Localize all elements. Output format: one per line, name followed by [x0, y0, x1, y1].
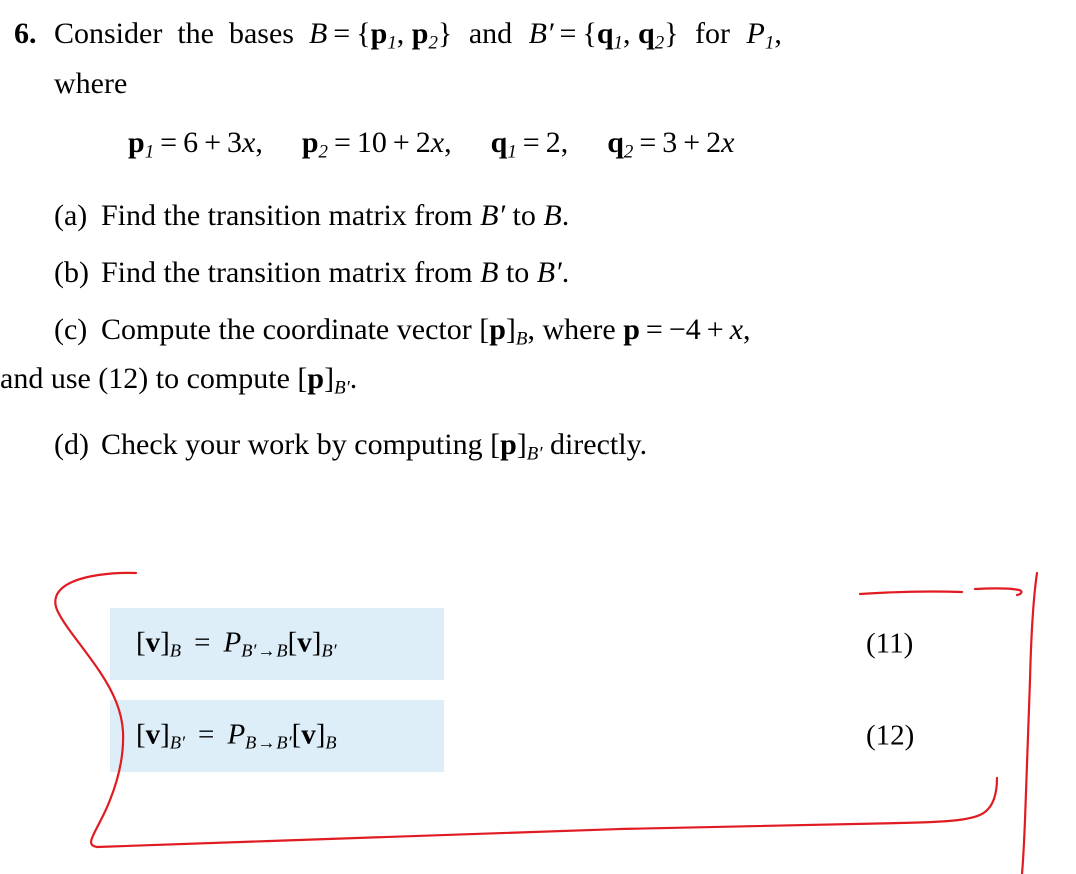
- problem-part-a: (a) Find the transition matrix from B′ t…: [0, 196, 1076, 236]
- part-text-b: Find the transition matrix from B to B′.: [101, 255, 570, 289]
- part-text-a: Find the transition matrix from B′ to B.: [101, 198, 570, 232]
- part-text-c: Compute the coordinate vector [p]B, wher…: [0, 313, 1062, 409]
- problem-stem-text: Consider the bases B = {p1, p2} and B′ = {q1…: [54, 13, 1062, 104]
- equation-row-12: [v]B′ = PB→B′[v]B (12): [0, 700, 1076, 772]
- equations-block: [v]B = PB′→B[v]B′ (11) [v]B′ = PB→B′[v]B…: [0, 596, 1076, 816]
- part-label-a: (a): [54, 198, 88, 232]
- equation-11-highlight: [v]B = PB′→B[v]B′: [110, 608, 444, 680]
- part-label-b: (b): [54, 255, 89, 289]
- part-label-c: (c): [54, 312, 88, 346]
- problem-number: 6.: [14, 17, 37, 50]
- problem-stem: 6. Consider the bases B = {p1, p2} and B′ =…: [0, 0, 1076, 104]
- equation-12-formula: [v]B′ = PB→B′[v]B: [136, 718, 337, 753]
- equation-row-11: [v]B = PB′→B[v]B′ (11): [0, 608, 1076, 680]
- equation-11-number: (11): [866, 627, 914, 660]
- problem-part-c: (c) Compute the coordinate vector [p]B, …: [0, 310, 1076, 409]
- problem-part-b: (b) Find the transition matrix from B to…: [0, 253, 1076, 293]
- definitions-display-math: p1 = 6 +3x, p2 = 10 +2x, q1 = 2, q2 = 3 +2x: [128, 126, 735, 163]
- equation-12-highlight: [v]B′ = PB→B′[v]B: [110, 700, 444, 772]
- problem-parts-list: (a) Find the transition matrix from B′ t…: [0, 196, 1076, 475]
- part-label-d: (d): [54, 428, 89, 462]
- part-c-line-2: and use (12) to compute [p]B′.: [0, 361, 358, 399]
- stem-line-1: Consider the bases B = {p1, p2} and B′ = {q1…: [54, 17, 782, 54]
- problem-block: 6. Consider the bases B = {p1, p2} and B′ =…: [0, 0, 1076, 491]
- problem-part-d: (d) Check your work by computing [p]B′ d…: [0, 425, 1076, 474]
- equation-11-formula: [v]B = PB′→B[v]B′: [136, 626, 337, 661]
- part-c-line-1: Compute the coordinate vector [p]B, wher…: [101, 312, 751, 349]
- annotation-dash-right: [973, 587, 1023, 597]
- stem-line-2: where: [54, 67, 128, 101]
- part-text-d: Check your work by computing [p]B′ direc…: [101, 428, 648, 465]
- annotation-dash-left: [858, 590, 964, 596]
- equation-12-number: (12): [866, 719, 915, 752]
